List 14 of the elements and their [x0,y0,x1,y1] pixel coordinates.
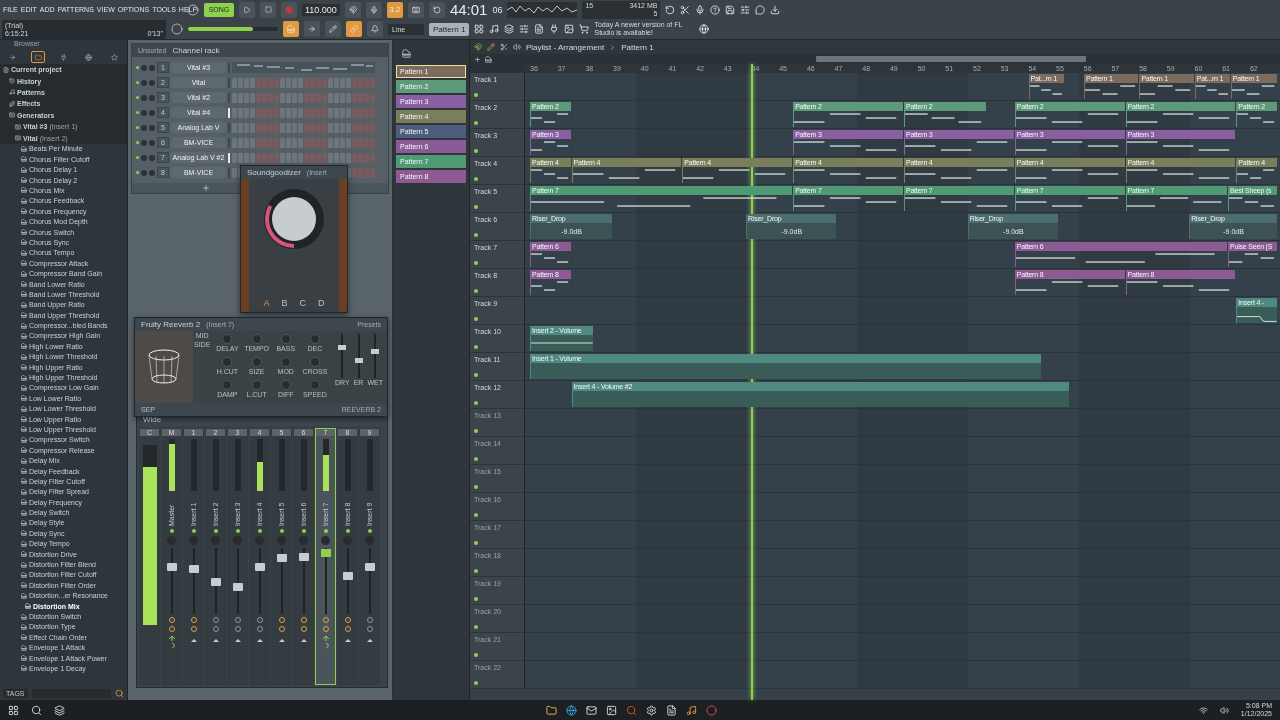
channel-rack-title: Channel rack [172,46,220,55]
song-position-ticks: 06 [492,4,503,15]
plugin-title: Fruity Reeverb 2 [141,320,201,329]
mode-button[interactable]: C [299,298,306,308]
tempo-field[interactable]: 110.000 [302,3,340,16]
mode-button[interactable]: B [281,298,288,308]
mode-button[interactable]: D [318,298,325,308]
mode-button[interactable]: A [263,298,270,308]
mixer-preset[interactable]: Wide [143,415,162,424]
song-position: 44:01 [449,0,488,19]
pattern-selector[interactable]: Pattern 1 [429,22,470,36]
playlist-title: Playlist - Arrangement [526,42,605,52]
playlist-pattern[interactable]: Pattern 1 [621,42,654,52]
plugin-title: Soundgoodizer [247,168,301,177]
